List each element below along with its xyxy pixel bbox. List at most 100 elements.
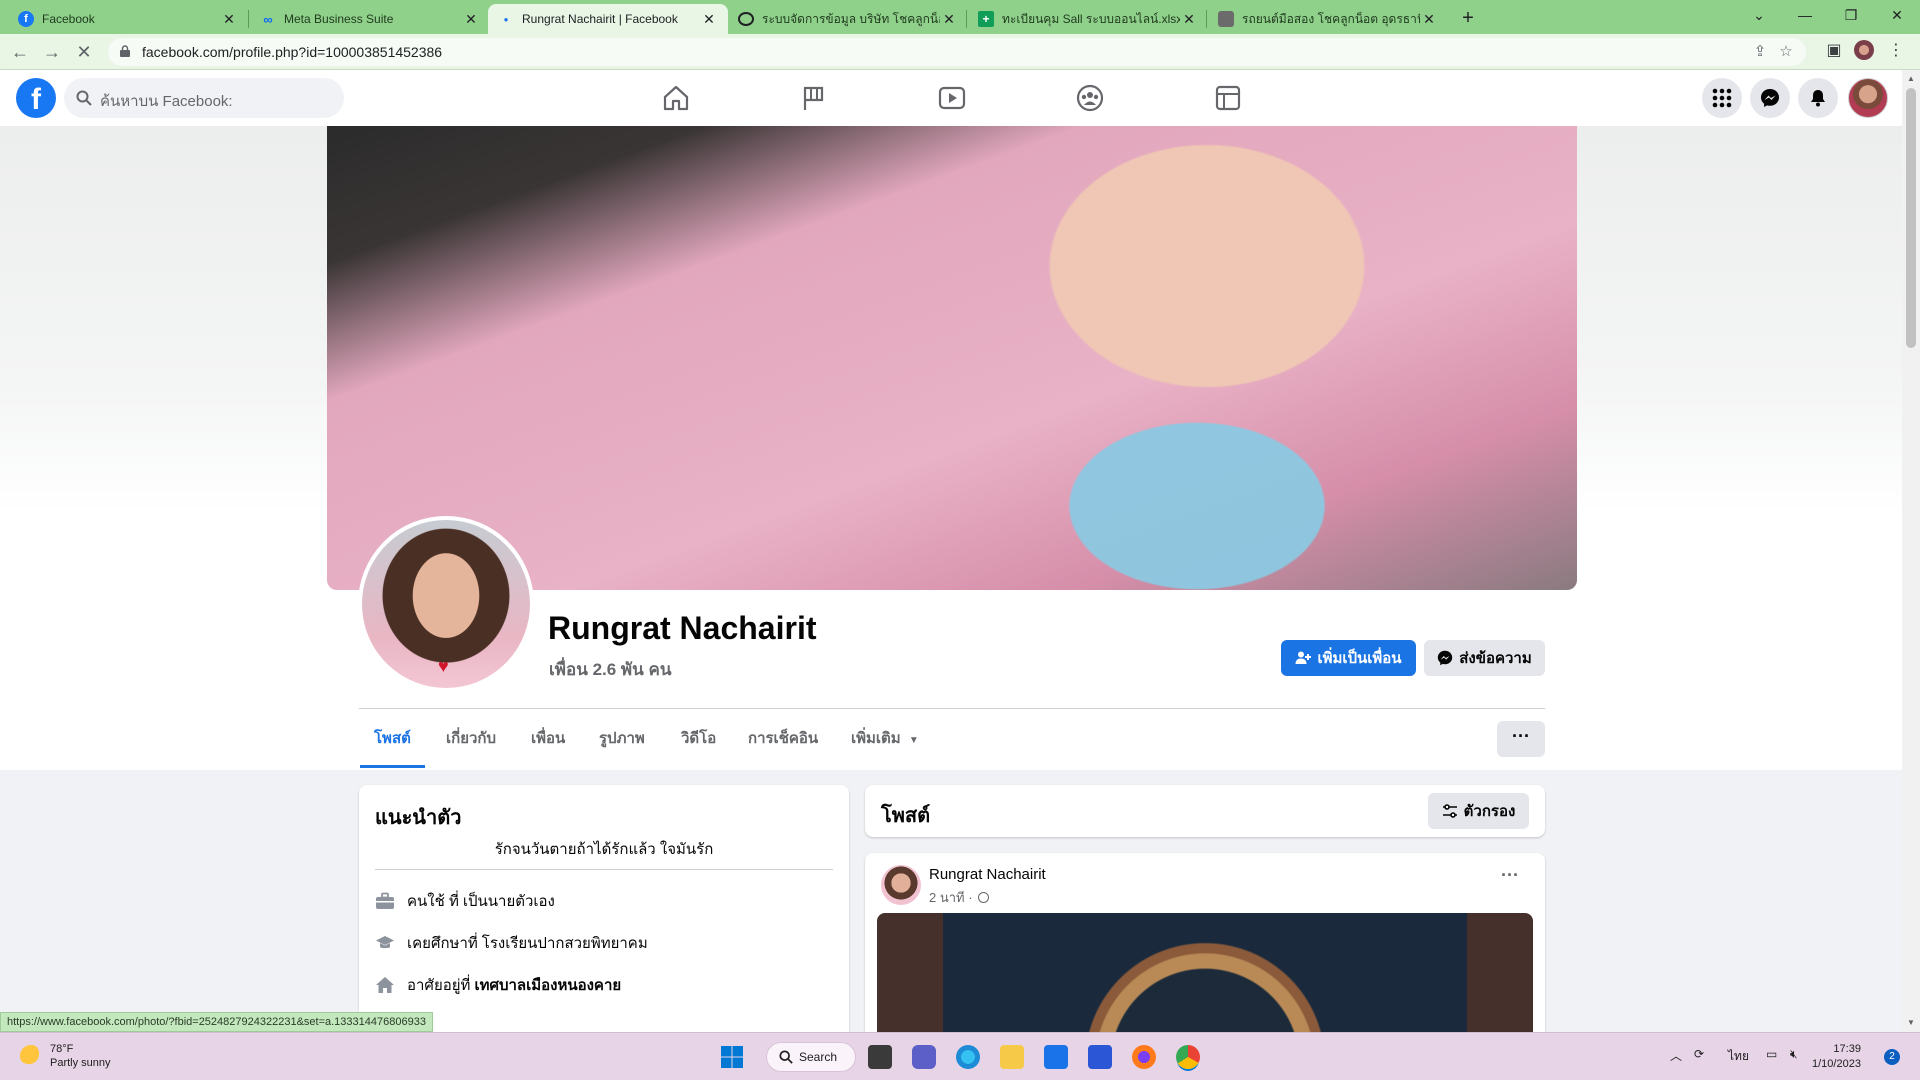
edge-browser-icon[interactable] (956, 1045, 980, 1069)
profile-avatar-icon[interactable] (1852, 40, 1876, 64)
task-view-icon[interactable] (868, 1045, 892, 1069)
intro-work-value[interactable]: เป็นนายตัวเอง (463, 889, 555, 913)
minimize-button[interactable]: — (1782, 0, 1828, 34)
notifications-button[interactable] (1798, 78, 1838, 118)
browser-tab-facebook[interactable]: f Facebook ✕ (8, 4, 248, 34)
menu-grid-button[interactable] (1702, 78, 1742, 118)
teams-chat-icon[interactable] (912, 1045, 936, 1069)
back-button[interactable]: ← (8, 40, 32, 64)
browser-tab-cars[interactable]: รถยนต์มือสอง โชคลูกน็อต อุดรธานี ✕ (1208, 4, 1448, 34)
scroll-down-arrow-icon[interactable]: ▼ (1906, 1018, 1916, 1027)
briefcase-icon (376, 892, 394, 909)
send-message-label: ส่งข้อความ (1459, 650, 1532, 667)
messenger-icon (1438, 650, 1453, 666)
groups-icon[interactable] (1074, 82, 1106, 114)
volume-muted-icon[interactable]: 🔇︎ (1790, 1047, 1798, 1062)
intro-home-value[interactable]: เทศบาลเมืองหนองคาย (474, 973, 621, 997)
post-timestamp[interactable]: 2 นาที · (929, 887, 990, 908)
account-avatar[interactable] (1848, 78, 1888, 118)
browser-tab-sheets[interactable]: + ทะเบียนคุม Sall ระบบออนไลน์.xlsx - G ✕ (968, 4, 1208, 34)
chrome-menu-icon[interactable]: ⋮ (1884, 40, 1908, 64)
page-scrollbar[interactable]: ▲ ▼ (1902, 70, 1920, 1032)
home-icon[interactable] (660, 82, 692, 114)
filter-label: ตัวกรอง (1463, 803, 1516, 820)
stop-loading-button[interactable]: ✕ (72, 40, 96, 64)
intro-home-prefix: อาศัยอยู่ที่ (407, 977, 471, 994)
mail-icon[interactable] (1044, 1045, 1068, 1069)
intro-education-value[interactable]: โรงเรียนปากสวยพิทยาคม (482, 931, 648, 955)
tray-chevron-icon[interactable]: ︿ (1670, 1047, 1682, 1064)
browser-tab-profile[interactable]: ● Rungrat Nachairit | Facebook ✕ (488, 4, 728, 34)
input-language[interactable]: ไทย (1728, 1047, 1749, 1066)
profile-picture[interactable]: ♥ (358, 516, 534, 692)
post-options-icon[interactable]: ··· (1501, 865, 1519, 886)
address-bar[interactable]: facebook.com/profile.php?id=100003851452… (108, 38, 1806, 66)
clock-time: 17:39 (1833, 1043, 1861, 1055)
restore-button[interactable]: ❐ (1828, 0, 1874, 34)
side-panel-icon[interactable]: ▣ (1822, 40, 1846, 64)
post-time-text: 2 นาที · (929, 890, 973, 905)
intro-education-prefix: เคยศึกษาที่ (407, 935, 478, 952)
intro-education-row: เคยศึกษาที่ โรงเรียนปากสวยพิทยาคม (375, 931, 648, 955)
link-status-url: https://www.facebook.com/photo/?fbid=252… (0, 1012, 433, 1032)
tab-more[interactable]: เพิ่มเติม ▼ (837, 716, 933, 768)
messenger-button[interactable] (1750, 78, 1790, 118)
post-author-name[interactable]: Rungrat Nachairit (929, 866, 1046, 883)
browser-tab-meta[interactable]: ∞ Meta Business Suite ✕ (250, 4, 490, 34)
tab-separator (248, 10, 249, 28)
scrollbar-thumb[interactable] (1906, 88, 1916, 348)
facebook-logo-icon[interactable]: f (16, 78, 56, 118)
taskbar-search-button[interactable]: Search (766, 1042, 856, 1072)
bookmark-star-icon[interactable]: ☆ (1776, 42, 1796, 62)
close-icon[interactable]: ✕ (1180, 11, 1198, 28)
close-icon[interactable]: ✕ (462, 11, 480, 28)
tab-search-chevron-icon[interactable]: ⌄ (1736, 0, 1782, 34)
close-icon[interactable]: ✕ (1420, 11, 1438, 28)
share-icon[interactable]: ⇪ (1750, 42, 1770, 62)
friends-count[interactable]: เพื่อน 2.6 พัน คน (549, 656, 671, 683)
tab-about[interactable]: เกี่ยวกับ (432, 716, 510, 768)
posts-filter-button[interactable]: ตัวกรอง (1428, 793, 1529, 829)
facebook-search-input[interactable]: ค้นหาบน Facebook: (64, 78, 344, 118)
tab-posts[interactable]: โพสต์ (360, 716, 425, 768)
tab-title: รถยนต์มือสอง โชคลูกน็อต อุดรธานี (1242, 11, 1420, 26)
posts-header-card: โพสต์ ตัวกรอง (865, 785, 1545, 837)
new-tab-button[interactable]: + (1454, 4, 1482, 32)
add-friend-button[interactable]: เพิ่มเป็นเพื่อน (1281, 640, 1416, 676)
send-message-button[interactable]: ส่งข้อความ (1424, 640, 1545, 676)
tab-checkins[interactable]: การเช็คอิน (734, 716, 832, 768)
lock-icon[interactable] (120, 45, 130, 57)
tab-friends[interactable]: เพื่อน (517, 716, 579, 768)
sync-icon[interactable]: ⟳ (1694, 1047, 1704, 1061)
url-text: facebook.com/profile.php?id=100003851452… (142, 44, 443, 60)
profile-more-options-button[interactable]: ··· (1497, 721, 1545, 757)
weather-widget[interactable]: 78°F Partly sunny (50, 1042, 111, 1070)
close-window-button[interactable]: ✕ (1874, 0, 1920, 34)
network-icon[interactable]: ▭ (1766, 1047, 1777, 1061)
close-icon[interactable]: ✕ (220, 11, 238, 28)
watch-video-icon[interactable] (936, 82, 968, 114)
firefox-icon[interactable] (1132, 1045, 1156, 1069)
add-person-icon (1295, 651, 1312, 664)
weather-sun-icon[interactable] (20, 1045, 42, 1067)
tab-photos[interactable]: รูปภาพ (585, 716, 659, 768)
tab-videos[interactable]: วิดีโอ (667, 716, 730, 768)
close-icon[interactable]: ✕ (940, 11, 958, 28)
scroll-up-arrow-icon[interactable]: ▲ (1906, 74, 1916, 83)
post-author-avatar[interactable] (881, 865, 921, 905)
meta-icon: ∞ (263, 11, 273, 27)
forward-button[interactable]: → (40, 40, 64, 64)
notification-badge[interactable]: 2 (1884, 1049, 1900, 1065)
chrome-icon[interactable] (1176, 1045, 1200, 1069)
pages-flag-icon[interactable] (798, 82, 830, 114)
cover-photo[interactable] (327, 126, 1577, 590)
browser-toolbar: ← → ✕ facebook.com/profile.php?id=100003… (0, 34, 1920, 70)
app-icon[interactable] (1088, 1045, 1112, 1069)
tab-separator (966, 10, 967, 28)
windows-start-icon[interactable] (720, 1045, 744, 1069)
file-explorer-icon[interactable] (1000, 1045, 1024, 1069)
gaming-icon[interactable] (1212, 82, 1244, 114)
close-icon[interactable]: ✕ (700, 11, 718, 28)
browser-tab-system[interactable]: ระบบจัดการข้อมูล บริษัท โชคลูกน็อต ✕ (728, 4, 968, 34)
taskbar-clock[interactable]: 17:39 1/10/2023 (1812, 1042, 1861, 1072)
